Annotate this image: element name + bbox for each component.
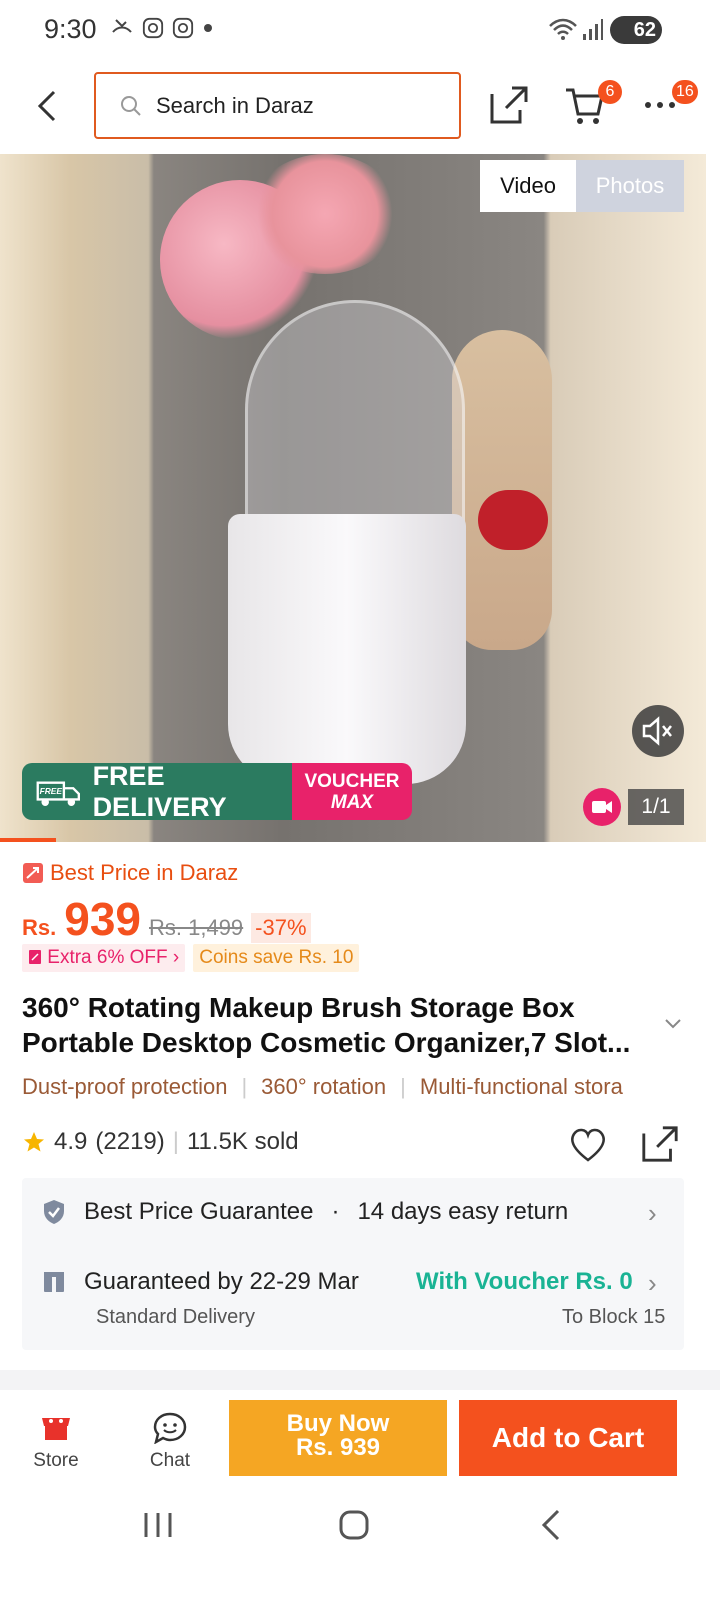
mute-icon xyxy=(642,716,672,746)
store-button[interactable]: Store xyxy=(30,1412,82,1472)
delivery-type: Standard Delivery xyxy=(96,1306,255,1328)
media-counter: 1/1 xyxy=(628,789,684,825)
back-nav-icon[interactable] xyxy=(532,1505,572,1545)
feature-tag: Multi-functional stora xyxy=(419,1074,623,1099)
best-price-label: Best Price in Daraz xyxy=(22,860,238,886)
feature-separator: | xyxy=(400,1074,406,1099)
chevron-right-icon: › xyxy=(648,1268,657,1298)
back-arrow-icon[interactable] xyxy=(30,86,66,126)
free-delivery-text: FREE DELIVERY xyxy=(92,760,227,822)
mute-button[interactable] xyxy=(632,705,684,757)
price-tag-icon xyxy=(23,863,43,883)
product-title: 360° Rotating Makeup Brush Storage Box P… xyxy=(22,992,631,1058)
voucher-max-banner: VOUCHER MAX xyxy=(292,763,412,820)
feature-tags: Dust-proof protection | 360° rotation | … xyxy=(22,1074,684,1100)
voucher-max-text: MAX xyxy=(330,792,374,813)
wishlist-heart-icon[interactable] xyxy=(568,1126,608,1162)
feature-tag: 360° rotation xyxy=(261,1074,387,1099)
search-placeholder: Search in Daraz xyxy=(156,92,314,118)
delivery-location: To Block 15 xyxy=(562,1306,666,1328)
star-icon xyxy=(24,1132,44,1152)
brush-holder-dome xyxy=(245,300,465,530)
price-row: Rs. 939 Rs. 1,499 -37% xyxy=(22,892,311,946)
review-count: (2219) xyxy=(95,1128,165,1155)
search-input[interactable]: Search in Daraz xyxy=(94,72,461,139)
product-page: 9:30 62 Search in Daraz 6 16 Video Photo… xyxy=(0,0,720,1600)
battery-indicator: 62 xyxy=(610,16,662,44)
cart-badge: 6 xyxy=(598,80,622,104)
share-icon[interactable] xyxy=(640,1124,680,1164)
guarantee-text: Best Price Guarantee xyxy=(84,1198,314,1225)
more-badge: 16 xyxy=(672,80,698,104)
more-icon[interactable] xyxy=(644,100,676,110)
buy-now-price: Rs. 939 xyxy=(295,1434,381,1461)
store-icon xyxy=(42,1418,70,1440)
dot-icon xyxy=(204,24,212,32)
chevron-down-icon[interactable] xyxy=(664,1018,682,1030)
chevron-right-icon: › xyxy=(648,1198,657,1228)
tab-photos[interactable]: Photos xyxy=(576,160,684,212)
chat-label: Chat xyxy=(149,1450,191,1471)
section-divider xyxy=(0,1370,720,1390)
missed-call-icon xyxy=(112,19,132,33)
extra-off-text: Extra 6% OFF xyxy=(47,947,168,968)
delivery-date: Guaranteed by 22-29 Mar xyxy=(84,1268,359,1295)
feature-tag: Dust-proof protection xyxy=(22,1074,228,1099)
signal-icon xyxy=(583,19,603,40)
coins-chip[interactable]: Coins save Rs. 10 xyxy=(193,944,360,972)
delivery-row[interactable]: Guaranteed by 22-29 Mar xyxy=(42,1268,359,1296)
share-icon[interactable] xyxy=(488,84,530,126)
brush-holder-base xyxy=(228,514,466,784)
recent-apps-icon[interactable] xyxy=(138,1505,178,1545)
feature-separator: | xyxy=(241,1074,248,1099)
current-price: 939 xyxy=(64,893,141,945)
status-bar: 9:30 62 xyxy=(0,0,720,62)
voucher-delivery-fee: With Voucher Rs. 0 xyxy=(416,1268,633,1295)
chat-icon xyxy=(153,1412,187,1445)
original-price: Rs. 1,499 xyxy=(149,915,244,940)
store-label: Store xyxy=(33,1450,79,1471)
instagram-icon xyxy=(172,17,194,39)
voucher-text: VOUCHER xyxy=(304,771,400,792)
chat-button[interactable]: Chat xyxy=(144,1412,196,1472)
wifi-icon xyxy=(549,18,577,40)
currency: Rs. xyxy=(22,915,57,940)
buy-now-button[interactable]: Buy Now Rs. 939 xyxy=(229,1400,447,1476)
heart-decoration xyxy=(478,490,548,550)
best-price-text: Best Price in Daraz xyxy=(50,860,239,885)
status-time: 9:30 xyxy=(44,14,97,44)
video-progress xyxy=(0,838,56,842)
home-icon[interactable] xyxy=(334,1505,374,1545)
video-badge xyxy=(583,788,621,826)
rating-separator: | xyxy=(172,1128,179,1155)
tab-video[interactable]: Video xyxy=(480,160,576,212)
return-policy-text: 14 days easy return xyxy=(357,1198,569,1225)
best-price-guarantee-row[interactable]: Best Price Guarantee · 14 days easy retu… xyxy=(42,1198,568,1226)
discount-badge: -37% xyxy=(251,913,311,943)
sold-count: 11.5K sold xyxy=(186,1128,299,1155)
add-to-cart-button[interactable]: Add to Cart xyxy=(459,1400,677,1476)
instagram-icon xyxy=(142,17,164,39)
rating-row[interactable]: 4.9 (2219) | 11.5K sold xyxy=(22,1128,299,1156)
free-delivery-banner: FREE FREE DELIVERY xyxy=(22,760,292,822)
buy-now-label: Buy Now xyxy=(286,1410,390,1437)
search-icon xyxy=(121,95,141,116)
delivery-truck-icon: FREE xyxy=(36,780,80,806)
promo-chips: Extra 6% OFF › Coins save Rs. 10 xyxy=(22,944,360,972)
extra-off-chip[interactable]: Extra 6% OFF › xyxy=(22,944,186,972)
shield-check-icon xyxy=(44,1200,64,1224)
coupon-icon xyxy=(29,950,41,964)
guarantee-dot: · xyxy=(331,1198,340,1225)
notification-icons xyxy=(110,16,214,40)
video-camera-icon xyxy=(592,801,612,813)
package-icon xyxy=(44,1272,64,1292)
rating-value: 4.9 xyxy=(54,1128,88,1155)
free-badge-text: FREE xyxy=(40,785,63,795)
flowers-decoration xyxy=(250,154,400,274)
